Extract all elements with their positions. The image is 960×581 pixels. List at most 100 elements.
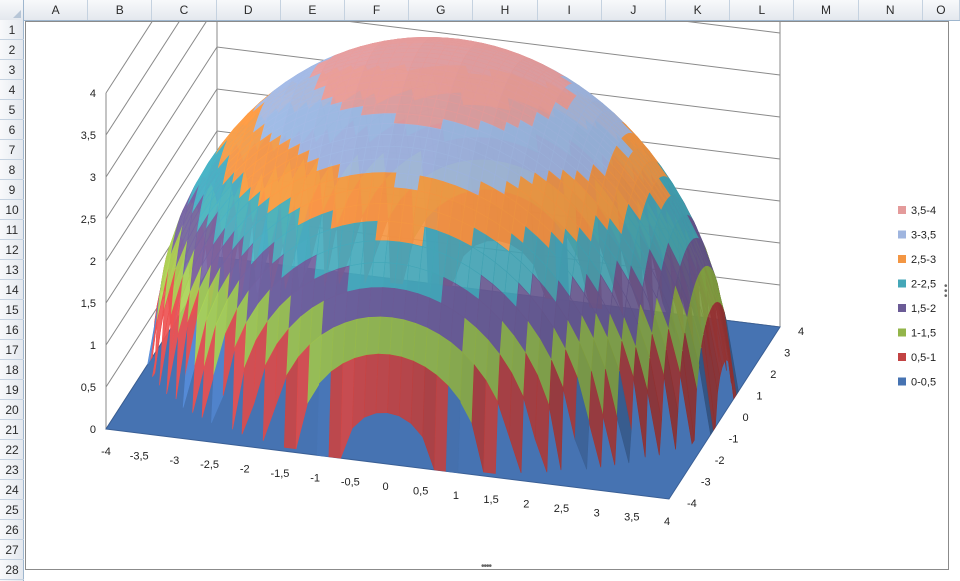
row-header-26[interactable]: 26	[0, 520, 24, 540]
x-tick-label: 2	[523, 499, 529, 511]
row-header-21[interactable]: 21	[0, 420, 24, 440]
row-header-13[interactable]: 13	[0, 260, 24, 280]
resize-handle-bottom-icon[interactable]: ••••	[481, 561, 492, 572]
y-tick-label: -2	[715, 455, 725, 467]
x-tick-label: 0	[382, 481, 388, 493]
y-tick-label: -3	[701, 477, 711, 489]
row-header-24[interactable]: 24	[0, 480, 24, 500]
select-all-triangle-icon	[13, 10, 21, 18]
legend-label: 3,5-4	[911, 205, 936, 217]
z-tick-label: 3,5	[81, 130, 96, 142]
row-header-20[interactable]: 20	[0, 400, 24, 420]
x-tick-label: -0,5	[341, 477, 360, 489]
x-tick-label: 3,5	[624, 512, 639, 524]
resize-handle-right-icon[interactable]: • • •	[944, 282, 947, 302]
row-header-11[interactable]: 11	[0, 220, 24, 240]
z-tick-label: 0	[90, 424, 96, 436]
column-header-h[interactable]: H	[473, 0, 538, 20]
column-header-m[interactable]: M	[794, 0, 859, 20]
row-header-14[interactable]: 14	[0, 280, 24, 300]
x-tick-label: 2,5	[554, 503, 569, 515]
row-header-12[interactable]: 12	[0, 240, 24, 260]
row-header-16[interactable]: 16	[0, 320, 24, 340]
x-tick-label: -2,5	[200, 459, 219, 471]
x-tick-label: 3	[594, 507, 600, 519]
column-header-k[interactable]: K	[666, 0, 731, 20]
row-header-bar: 1 2 3 4 5 6 7 8 9 10 11 12 13 14 15 16 17 18 19 20 21 22 23 24 2…	[0, 20, 24, 581]
x-tick-label: -3,5	[130, 450, 149, 462]
row-header-19[interactable]: 19	[0, 380, 24, 400]
z-tick-label: 2,5	[81, 214, 96, 226]
legend-label: 0-0,5	[911, 377, 936, 389]
surface-cell	[445, 385, 461, 474]
z-tick-label: 1,5	[81, 298, 96, 310]
legend-label: 2-2,5	[911, 279, 936, 291]
y-tick-label: -1	[729, 434, 739, 446]
column-header-e[interactable]: E	[281, 0, 345, 20]
y-tick-label: 4	[798, 326, 804, 338]
column-header-o[interactable]: O	[923, 0, 960, 20]
column-header-f[interactable]: F	[345, 0, 410, 20]
column-header-b[interactable]: B	[88, 0, 153, 20]
column-header-g[interactable]: G	[409, 0, 474, 20]
x-tick-label: 0,5	[413, 485, 428, 497]
legend-swatch	[898, 377, 906, 386]
row-header-5[interactable]: 5	[0, 100, 24, 120]
column-header-a[interactable]: A	[24, 0, 89, 20]
legend-swatch	[898, 279, 906, 288]
y-tick-label: 2	[770, 369, 776, 381]
y-tick-label: -4	[687, 498, 697, 510]
row-header-22[interactable]: 22	[0, 440, 24, 460]
column-header-j[interactable]: J	[602, 0, 666, 20]
x-tick-label: -3	[169, 455, 179, 467]
legend-label: 3-3,5	[911, 230, 936, 242]
z-tick-label: 3	[90, 172, 96, 184]
x-tick-label: 4	[664, 516, 670, 528]
select-all-corner[interactable]	[0, 0, 24, 20]
row-header-15[interactable]: 15	[0, 300, 24, 320]
row-header-18[interactable]: 18	[0, 360, 24, 380]
legend-swatch	[898, 206, 906, 214]
column-header-i[interactable]: I	[538, 0, 602, 20]
row-header-17[interactable]: 17	[0, 340, 24, 360]
row-header-6[interactable]: 6	[0, 120, 24, 140]
legend-swatch	[898, 230, 906, 239]
legend-label: 2,5-3	[911, 254, 936, 266]
row-header-9[interactable]: 9	[0, 180, 24, 200]
x-tick-label: 1	[453, 490, 459, 502]
row-header-10[interactable]: 10	[0, 200, 24, 220]
surface-chart[interactable]: 0 0,5 1 1,5 2 2,5 3 3,5 4 -4 -3,5 -3 -2,5 -2 -1,5 -1 -0…	[26, 22, 948, 569]
row-header-1[interactable]: 1	[0, 20, 24, 40]
column-header-d[interactable]: D	[217, 0, 281, 20]
column-header-n[interactable]: N	[859, 0, 923, 20]
row-header-2[interactable]: 2	[0, 40, 24, 60]
column-header-bar: ABCDEFGHIJKLMNO	[0, 0, 960, 21]
x-tick-label: -1	[310, 472, 320, 484]
row-header-7[interactable]: 7	[0, 140, 24, 160]
row-header-3[interactable]: 3	[0, 60, 24, 80]
legend-swatch	[898, 304, 906, 312]
legend-swatch	[898, 353, 906, 361]
y-tick-label: 0	[743, 412, 749, 424]
z-tick-label: 2	[90, 256, 96, 268]
row-header-27[interactable]: 27	[0, 540, 24, 560]
x-tick-label: 1,5	[483, 494, 498, 506]
x-tick-label: -4	[101, 446, 111, 458]
legend-swatch	[898, 328, 906, 337]
legend-label: 1-1,5	[911, 328, 936, 340]
row-header-25[interactable]: 25	[0, 500, 24, 520]
row-header-28[interactable]: 28	[0, 560, 24, 580]
legend-swatch	[898, 255, 906, 263]
z-tick-label: 0,5	[81, 382, 96, 394]
y-tick-label: 1	[756, 391, 762, 403]
x-tick-label: -2	[240, 464, 250, 476]
row-header-23[interactable]: 23	[0, 460, 24, 480]
column-header-l[interactable]: L	[730, 0, 795, 20]
chart-area[interactable]: 0 0,5 1 1,5 2 2,5 3 3,5 4 -4 -3,5 -3 -2,5 -2 -1,5 -1 -0…	[25, 21, 949, 572]
row-header-4[interactable]: 4	[0, 80, 24, 100]
row-header-8[interactable]: 8	[0, 160, 24, 180]
y-tick-label: 3	[784, 348, 790, 360]
column-header-c[interactable]: C	[152, 0, 217, 20]
legend-label: 1,5-2	[911, 303, 936, 315]
legend-label: 0,5-1	[911, 352, 936, 364]
